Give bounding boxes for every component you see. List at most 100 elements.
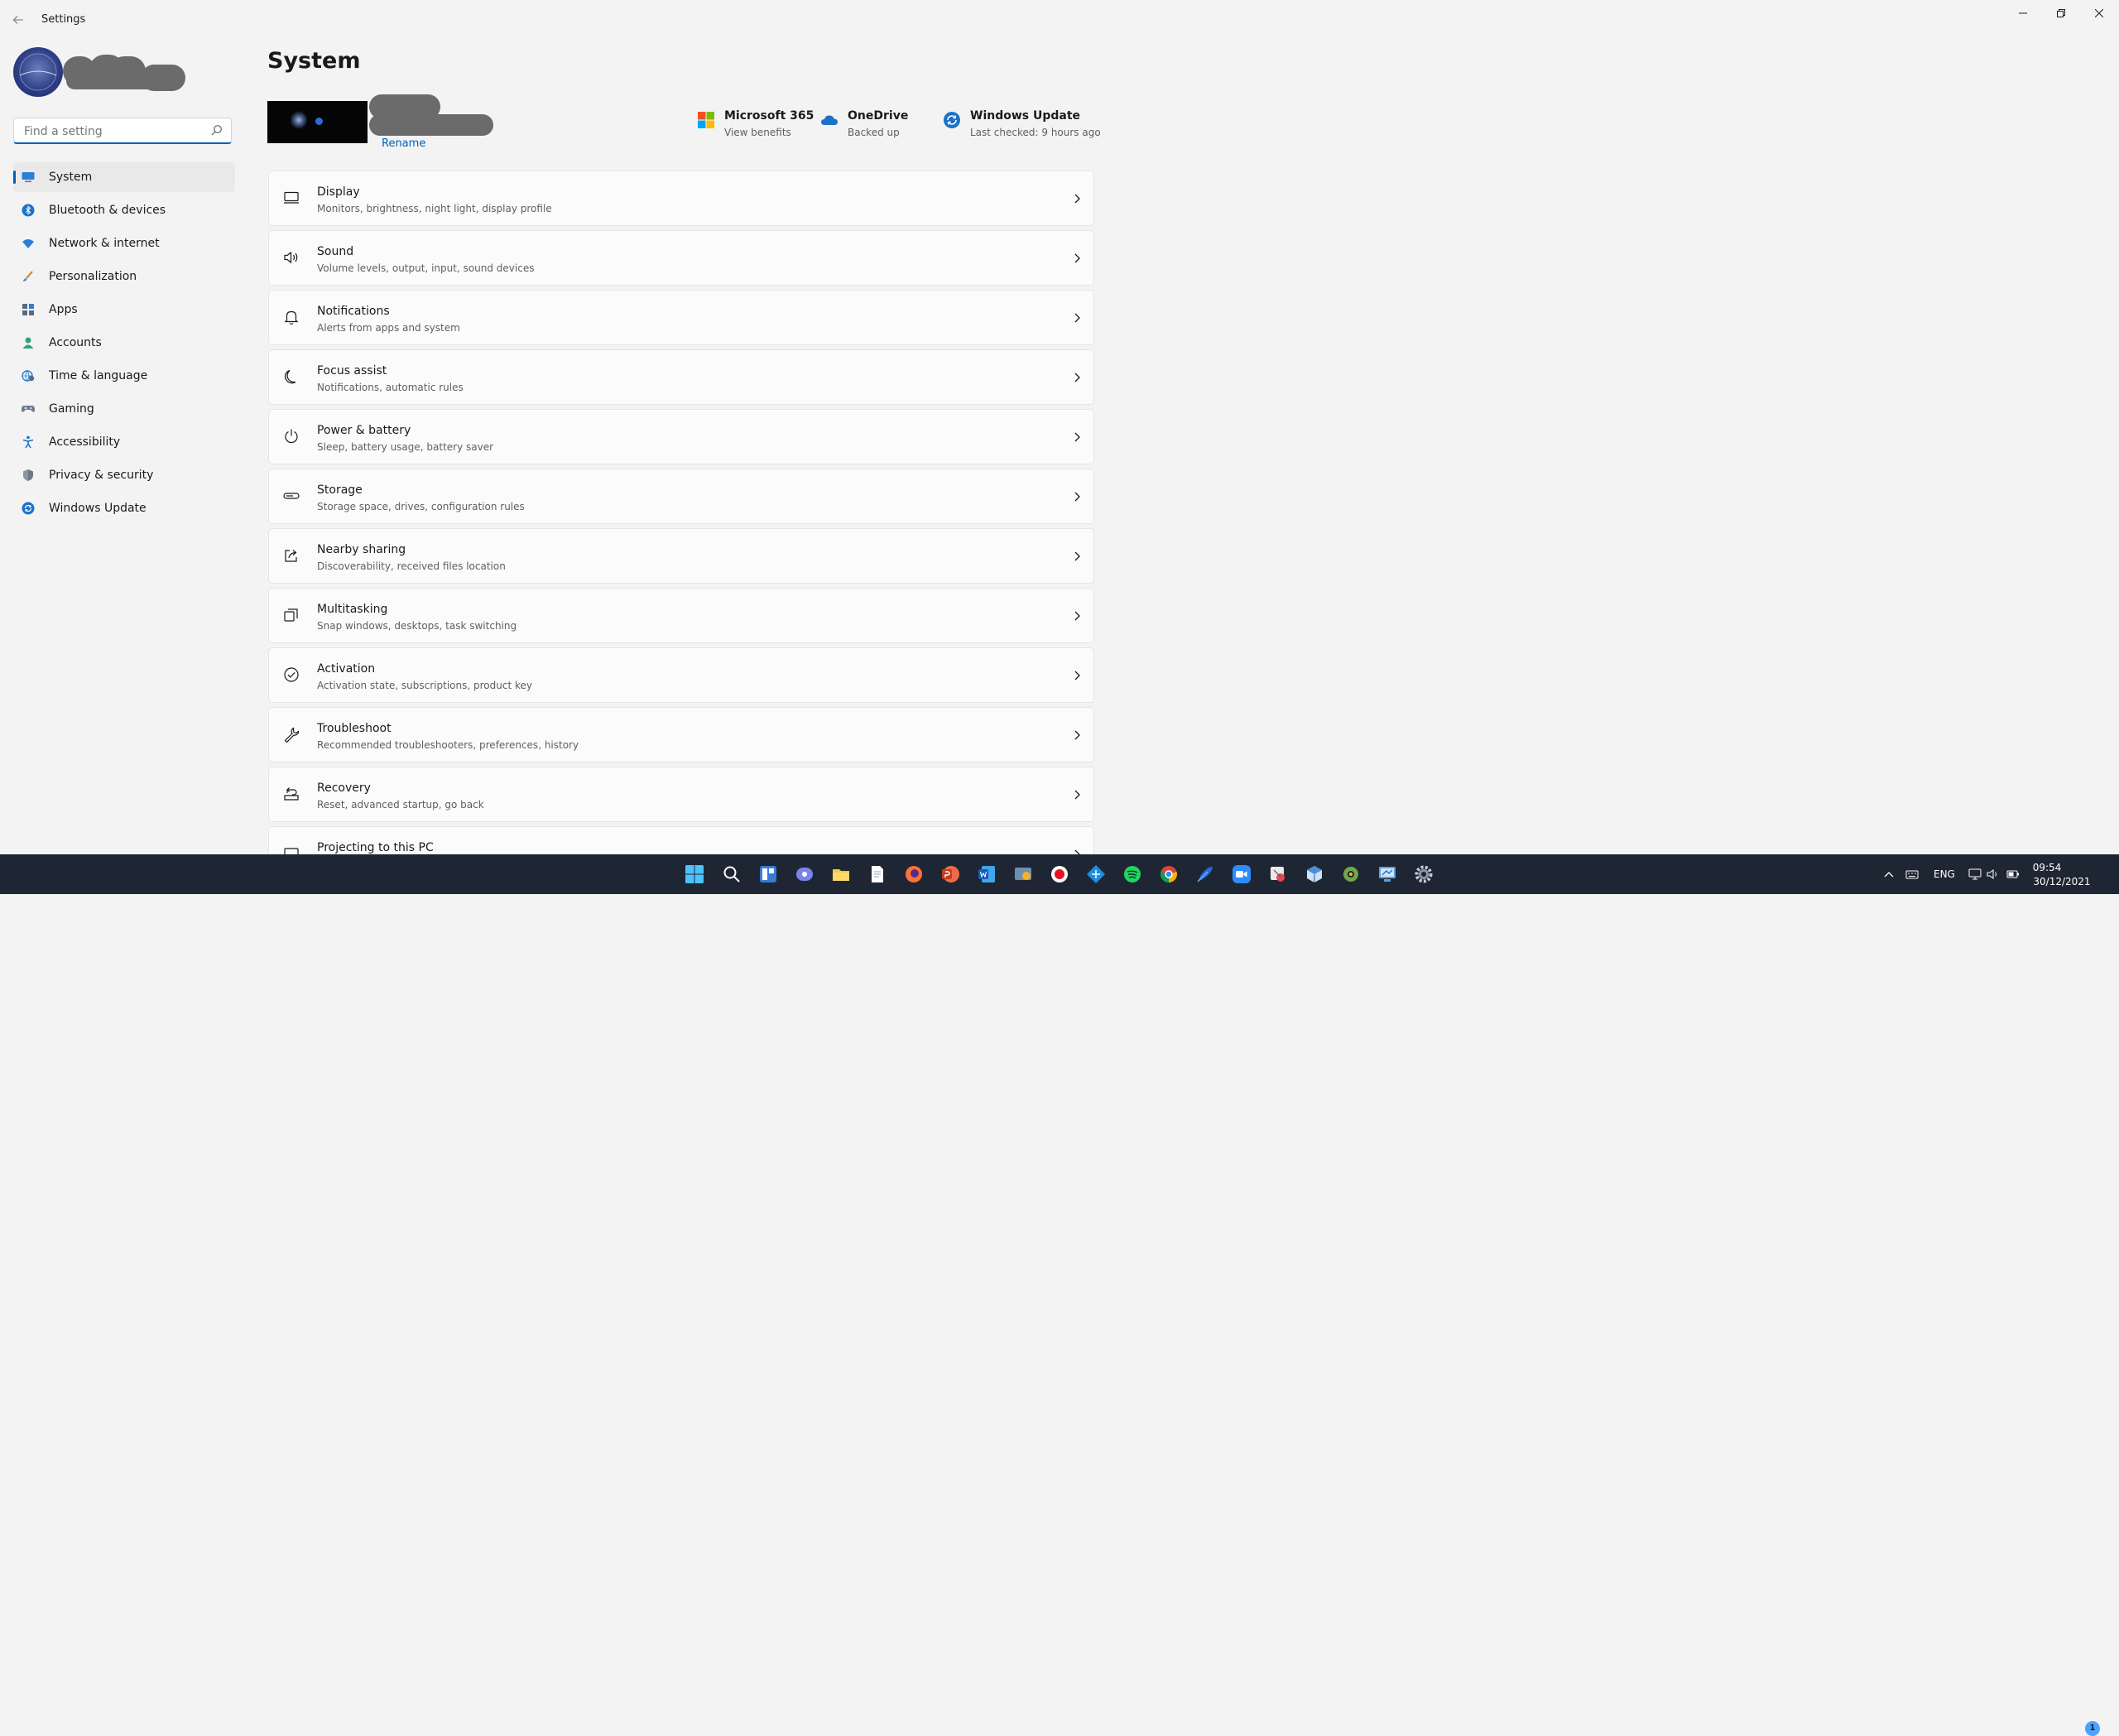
sidebar-item-accessibility[interactable]: Accessibility [13,427,235,457]
gear-app-icon[interactable] [1341,864,1361,884]
remote-connection-icon[interactable] [1377,864,1397,884]
volume-icon[interactable] [1987,868,2000,880]
focus-assist-card[interactable]: Focus assist Notifications, automatic ru… [268,349,1094,405]
file-explorer-icon[interactable] [831,864,851,884]
widgets-icon[interactable] [758,864,778,884]
chevron-right-icon [1074,253,1080,263]
update-sync-icon [22,502,35,515]
zoom-icon[interactable] [1232,864,1252,884]
check-circle-icon [284,667,299,682]
card-title: Nearby sharing [317,543,406,556]
multitasking-card[interactable]: Multitasking Snap windows, desktops, tas… [268,588,1094,643]
paintbrush-icon [23,271,33,281]
clock-time[interactable]: 09:54 [2025,862,2069,873]
powerpoint-icon[interactable] [940,864,960,884]
close-button[interactable] [2080,0,2118,26]
notepad-icon[interactable] [867,864,887,884]
minimize-icon [2019,12,2027,14]
battery-icon[interactable] [2006,868,2020,880]
multitasking-icon [284,608,298,622]
card-title: Sound [317,245,354,258]
chrome-icon[interactable] [1159,864,1179,884]
projecting-card[interactable]: Projecting to this PC [268,826,1094,854]
sidebar-item-bluetooth[interactable]: Bluetooth & devices [13,195,235,225]
record-icon[interactable] [1050,864,1069,884]
card-title: Multitasking [317,603,388,616]
sidebar-item-personalization[interactable]: Personalization [13,262,235,291]
notifications-card[interactable]: Notifications Alerts from apps and syste… [268,290,1094,345]
wifi-icon [22,239,34,248]
display-card[interactable]: Display Monitors, brightness, night ligh… [268,171,1094,226]
clock-date[interactable]: 30/12/2021 [2033,876,2091,887]
sidebar-item-network[interactable]: Network & internet [13,228,235,258]
language-indicator[interactable]: ENG [1934,868,1955,880]
avatar-image [19,53,57,91]
power-battery-card[interactable]: Power & battery Sleep, battery usage, ba… [268,409,1094,464]
sidebar-nav: System Bluetooth & devices Network & int… [13,162,235,527]
tile-subtitle: View benefits [724,127,791,138]
network-monitor-icon[interactable] [1968,868,1982,880]
settings-gear-icon[interactable] [1414,864,1434,884]
sidebar-item-label: System [49,171,93,184]
chevron-up-icon[interactable] [1882,868,1896,880]
sidebar-item-system[interactable]: System [13,162,235,192]
keyboard-icon[interactable] [1905,868,1919,880]
title-bar: Settings [0,0,2119,40]
notification-badge[interactable]: 1 [2085,1721,2100,1736]
sidebar-item-windows-update[interactable]: Windows Update [13,493,235,523]
page-title: System [267,48,361,74]
search-input[interactable] [22,123,208,140]
gamepad-icon [22,406,35,412]
tile-title: Microsoft 365 [724,109,814,123]
power-icon [285,429,298,444]
sidebar-item-privacy-security[interactable]: Privacy & security [13,460,235,490]
sidebar-item-label: Time & language [49,369,148,382]
nearby-sharing-card[interactable]: Nearby sharing Discoverability, received… [268,528,1094,584]
microsoft-365-tile[interactable]: Microsoft 365 View benefits [697,108,821,144]
chat-teams-icon[interactable] [795,864,814,884]
word-icon[interactable] [977,864,997,884]
projection-icon [284,848,299,854]
start-windows-icon[interactable] [685,864,704,884]
spotify-icon[interactable] [1122,864,1142,884]
close-icon [2095,9,2103,17]
sidebar-item-time-language[interactable]: Time & language [13,361,235,391]
search-icon[interactable] [211,124,223,136]
sidebar-item-accounts[interactable]: Accounts [13,328,235,358]
windows-update-tile[interactable]: Windows Update Last checked: 9 hours ago [943,108,1101,144]
firefox-icon[interactable] [904,864,924,884]
control-panel-icon[interactable] [1013,864,1033,884]
card-subtitle: Alerts from apps and system [317,322,460,334]
moon-icon [284,369,296,384]
card-title: Focus assist [317,364,387,377]
virtualbox-icon[interactable] [1305,864,1324,884]
minimize-button[interactable] [2004,0,2042,26]
apps-grid-icon [22,304,34,315]
troubleshoot-card[interactable]: Troubleshoot Recommended troubleshooters… [268,707,1094,762]
activation-card[interactable]: Activation Activation state, subscriptio… [268,647,1094,703]
remote-desktop-icon[interactable] [1086,864,1106,884]
account-name-redacted [66,73,166,89]
feather-app-icon[interactable] [1195,864,1215,884]
sidebar-item-label: Apps [49,303,78,316]
sidebar-item-gaming[interactable]: Gaming [13,394,235,424]
storage-card[interactable]: Storage Storage space, drives, configura… [268,469,1094,524]
sound-card[interactable]: Sound Volume levels, output, input, soun… [268,230,1094,286]
speaker-icon [284,251,298,264]
settings-window: Settings System Bluetooth & d [0,0,2119,854]
onedrive-tile[interactable]: OneDrive Backed up [820,108,928,144]
recovery-card[interactable]: Recovery Reset, advanced startup, go bac… [268,767,1094,822]
back-arrow-icon[interactable] [8,10,28,30]
storage-drive-icon [283,493,300,499]
rename-link[interactable]: Rename [382,137,425,150]
device-name-redacted [369,114,493,136]
card-subtitle: Storage space, drives, configuration rul… [317,501,525,512]
card-title: Display [317,185,360,199]
snipping-tool-icon[interactable] [1268,864,1288,884]
person-icon [22,337,34,349]
sidebar-item-apps[interactable]: Apps [13,295,235,325]
search-icon[interactable] [722,864,742,884]
share-icon [285,550,297,562]
search-box[interactable] [13,118,232,144]
restore-button[interactable] [2042,0,2080,26]
